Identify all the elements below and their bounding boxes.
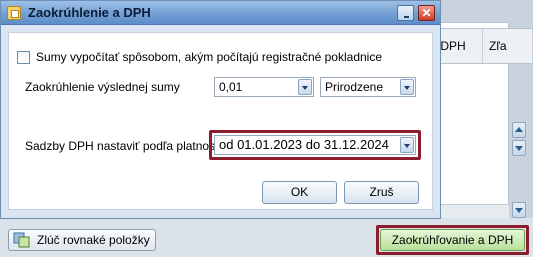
close-button[interactable]: ✕ <box>418 5 435 21</box>
highlight-rounding-button <box>376 225 529 255</box>
rounding-method: Prirodzene <box>325 80 384 94</box>
scroll-down-button[interactable] <box>512 140 526 156</box>
rounding-value-select[interactable]: 0,01 <box>214 77 314 97</box>
rounding-value: 0,01 <box>219 80 243 94</box>
rounding-method-select[interactable]: Prirodzene <box>320 77 416 97</box>
chevron-down-icon[interactable] <box>298 79 312 95</box>
merge-button-label: Zlúč rovnaké položky <box>37 233 150 247</box>
rounding-label: Zaokrúhlenie výslednej sumy <box>25 80 180 94</box>
ok-button[interactable]: OK <box>262 181 337 204</box>
minimize-button[interactable] <box>397 5 414 21</box>
chevron-down-icon[interactable] <box>400 79 414 95</box>
tab-zla[interactable]: Zľa <box>483 29 533 64</box>
cash-register-checkbox-row[interactable]: Sumy vypočítať spôsobom, akým počítajú r… <box>17 50 382 64</box>
cash-register-checkbox-label: Sumy vypočítať spôsobom, akým počítajú r… <box>36 50 383 64</box>
scroll-down-button-bottom[interactable] <box>512 202 526 218</box>
dialog-titlebar[interactable]: Zaokrúhlenie a DPH ✕ <box>1 1 440 25</box>
close-icon: ✕ <box>421 6 432 20</box>
vat-label: Sadzby DPH nastaviť podľa platnosti <box>25 139 222 153</box>
merge-items-button[interactable]: Zlúč rovnaké položky <box>8 229 156 251</box>
merge-icon <box>13 232 30 248</box>
cancel-button[interactable]: Zruš <box>344 181 419 204</box>
scroll-up-button[interactable] <box>512 122 526 138</box>
cash-register-checkbox[interactable] <box>17 50 30 64</box>
window-icon <box>7 6 21 20</box>
background-tabstrip: s DPH Zľa <box>425 28 533 64</box>
highlight-vat-select <box>209 130 421 160</box>
dialog-title: Zaokrúhlenie a DPH <box>28 5 151 20</box>
